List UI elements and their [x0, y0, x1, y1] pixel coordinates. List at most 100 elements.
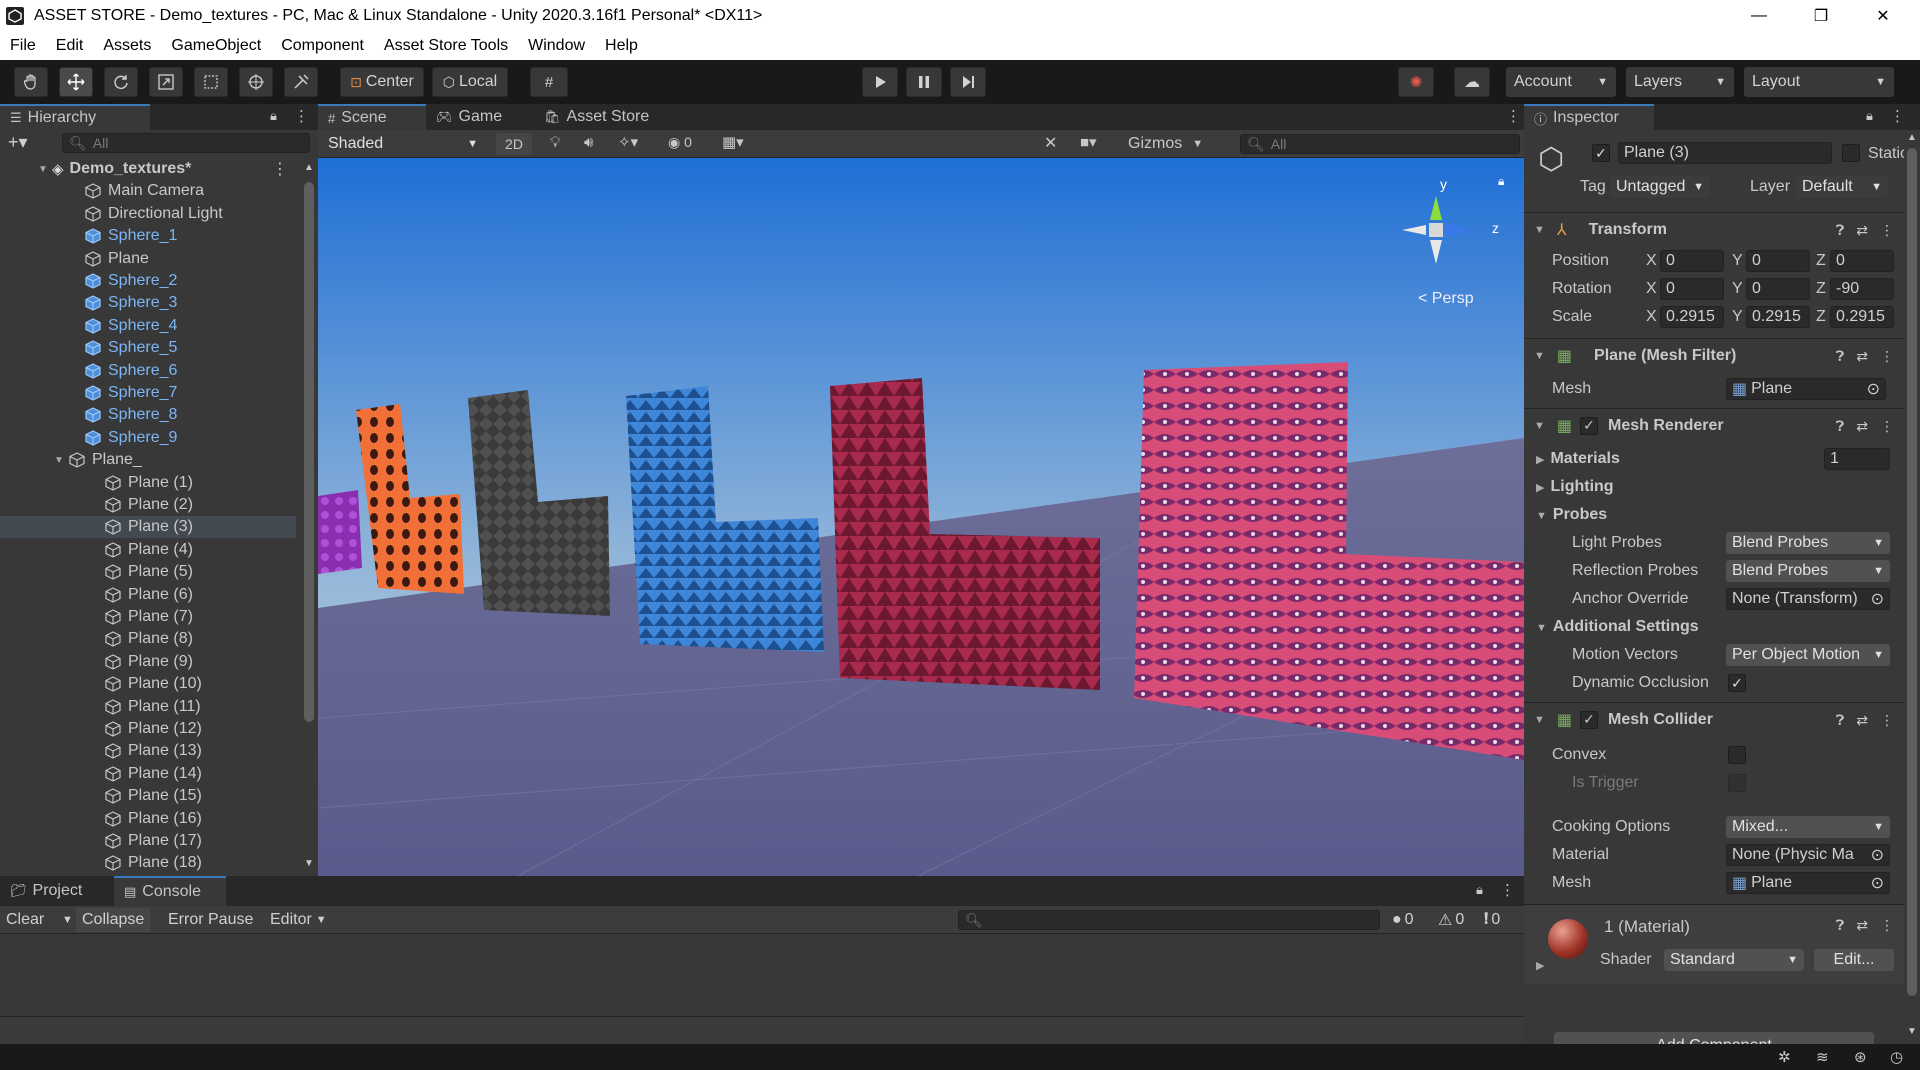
menu-assets[interactable]: Assets [93, 37, 161, 55]
object-picker-icon[interactable]: ⊙ [1871, 845, 1884, 865]
anchor-override-field[interactable]: None (Transform) ⊙ [1726, 588, 1890, 610]
shader-dropdown[interactable]: Standard ▼ [1664, 949, 1804, 971]
scroll-down-icon[interactable]: ▼ [304, 858, 314, 869]
effects-icon[interactable]: ✧▾ [618, 133, 638, 151]
object-picker-icon[interactable]: ⊙ [1871, 873, 1884, 893]
console-search-input[interactable]: 🔍︎ [958, 910, 1380, 930]
more-menu-icon[interactable]: ⋮ [1506, 107, 1521, 125]
foldout-arrow-icon[interactable]: ▼ [36, 164, 50, 175]
scroll-down-icon[interactable]: ▼ [1907, 1026, 1917, 1037]
static-label[interactable]: Static [1868, 145, 1908, 163]
audio-icon[interactable]: 🔊︎ [584, 134, 593, 151]
hierarchy-child-item[interactable]: Plane (13) [0, 740, 296, 762]
mesh-collider-enabled-checkbox[interactable]: ✓ [1580, 710, 1599, 729]
rotation-y-field[interactable]: 0 [1746, 278, 1810, 300]
transform-header[interactable]: ▼ ⅄ Transform ❓︎ ⇄ ⋮ [1524, 212, 1904, 246]
hierarchy-child-item[interactable]: Plane (9) [0, 651, 296, 673]
materials-foldout[interactable]: ▶ Materials [1536, 450, 1620, 468]
inspector-scrollbar[interactable]: ▲ ▼ [1904, 130, 1920, 1044]
scale-y-field[interactable]: 0.2915 [1746, 306, 1810, 328]
warning-filter-toggle[interactable]: ⚠ 0 [1432, 908, 1470, 932]
error-pause-toggle[interactable]: Error Pause [162, 908, 259, 932]
more-menu-icon[interactable]: ⋮ [294, 107, 309, 125]
tab-project[interactable]: 📁︎ Project [0, 876, 112, 906]
minimize-button[interactable]: — [1728, 0, 1790, 32]
shader-edit-button[interactable]: Edit... [1814, 949, 1894, 971]
help-icon[interactable]: ❓︎ [1836, 712, 1844, 729]
foldout-arrow-icon[interactable]: ▼ [52, 455, 66, 466]
materials-size-field[interactable]: 1 [1824, 448, 1890, 470]
draw-mode-dropdown[interactable]: Shaded ▼ [322, 133, 484, 155]
scroll-up-icon[interactable]: ▲ [1907, 132, 1917, 143]
tab-game[interactable]: 🎮︎ Game [426, 104, 526, 130]
hierarchy-item-parent[interactable]: ▼ Plane_ [0, 449, 296, 471]
collider-mesh-field[interactable]: ▦ Plane ⊙ [1726, 872, 1890, 894]
network-icon[interactable]: ⊛ [1854, 1048, 1867, 1066]
scrollbar-thumb[interactable] [304, 182, 314, 722]
motion-vectors-dropdown[interactable]: Per Object Motion ▼ [1726, 644, 1890, 666]
hierarchy-child-item[interactable]: Plane (1) [0, 472, 296, 494]
more-menu-icon[interactable]: ⋮ [1890, 107, 1905, 125]
gizmos-dropdown[interactable]: Gizmos ▼ [1128, 133, 1216, 155]
collapse-toggle[interactable]: Collapse [76, 908, 151, 932]
more-menu-icon[interactable]: ⋮ [1500, 881, 1515, 899]
position-x-field[interactable]: 0 [1660, 250, 1724, 272]
add-component-button[interactable]: Add Component [1554, 1032, 1874, 1044]
more-menu-icon[interactable]: ⋮ [1880, 917, 1894, 934]
light-probes-dropdown[interactable]: Blend Probes ▼ [1726, 532, 1890, 554]
hierarchy-child-item[interactable]: Plane (17) [0, 830, 296, 852]
tab-inspector[interactable]: ⓘ Inspector [1524, 104, 1654, 130]
scale-z-field[interactable]: 0.2915 [1830, 306, 1894, 328]
2d-toggle[interactable]: 2D [496, 133, 532, 155]
preset-icon[interactable]: ⇄ [1856, 222, 1868, 239]
hierarchy-child-item[interactable]: Plane (16) [0, 808, 296, 830]
hierarchy-item[interactable]: Main Camera [0, 180, 296, 202]
more-menu-icon[interactable]: ⋮ [1880, 348, 1894, 365]
layer-dropdown[interactable]: Default ▼ [1796, 176, 1888, 198]
maximize-button[interactable]: ❐ [1790, 0, 1852, 32]
hierarchy-item[interactable]: Sphere_1 [0, 225, 296, 247]
hierarchy-item[interactable]: Directional Light [0, 203, 296, 225]
hierarchy-child-item[interactable]: Plane (18) [0, 852, 296, 874]
hierarchy-item[interactable]: Sphere_5 [0, 337, 296, 359]
cooking-options-dropdown[interactable]: Mixed... ▼ [1726, 816, 1890, 838]
add-object-button[interactable]: +▾ [8, 132, 28, 153]
mesh-filter-header[interactable]: ▼ ▦ Plane (Mesh Filter) ❓︎ ⇄ ⋮ [1524, 338, 1904, 372]
hierarchy-item[interactable]: Sphere_3 [0, 292, 296, 314]
hierarchy-item[interactable]: Sphere_6 [0, 360, 296, 382]
tab-console[interactable]: ▤ Console [114, 876, 226, 906]
lighting-bulb-icon[interactable]: 💡︎ [550, 134, 561, 151]
rotation-x-field[interactable]: 0 [1660, 278, 1724, 300]
position-z-field[interactable]: 0 [1830, 250, 1894, 272]
hierarchy-child-item[interactable]: Plane (12) [0, 718, 296, 740]
help-icon[interactable]: ❓︎ [1836, 348, 1844, 365]
rotation-z-field[interactable]: -90 [1830, 278, 1894, 300]
help-icon[interactable]: ❓︎ [1836, 222, 1844, 239]
hand-tool-button[interactable] [14, 67, 48, 97]
menu-asset-store-tools[interactable]: Asset Store Tools [374, 37, 518, 55]
menu-component[interactable]: Component [271, 37, 374, 55]
menu-help[interactable]: Help [595, 37, 648, 55]
hierarchy-child-item[interactable]: Plane (3) [0, 516, 296, 539]
hidden-objects-toggle[interactable]: ◉ 0 [668, 134, 692, 151]
hierarchy-item[interactable]: Sphere_2 [0, 270, 296, 292]
transform-tool-button[interactable] [239, 67, 273, 97]
layout-dropdown[interactable]: Layout ▼ [1744, 67, 1894, 97]
grid-snap-button[interactable]: # [530, 67, 568, 97]
persp-label[interactable]: < Persp [1418, 290, 1474, 308]
mesh-object-field[interactable]: ▦ Plane ⊙ [1726, 378, 1886, 400]
more-menu-icon[interactable]: ⋮ [1880, 712, 1894, 729]
layers-dropdown[interactable]: Layers ▼ [1626, 67, 1734, 97]
object-picker-icon[interactable]: ⊙ [1867, 379, 1880, 399]
custom-tool-button[interactable] [284, 67, 318, 97]
mesh-renderer-enabled-checkbox[interactable]: ✓ [1580, 416, 1599, 435]
object-picker-icon[interactable]: ⊙ [1871, 589, 1884, 609]
preset-icon[interactable]: ⇄ [1856, 348, 1868, 365]
tag-dropdown[interactable]: Untagged ▼ [1610, 176, 1710, 198]
hierarchy-child-item[interactable]: Plane (15) [0, 785, 296, 807]
hierarchy-child-item[interactable]: Plane (4) [0, 539, 296, 561]
step-button[interactable] [950, 67, 986, 97]
hierarchy-child-item[interactable]: Plane (7) [0, 606, 296, 628]
grid-icon[interactable]: ▦▾ [722, 133, 744, 151]
hierarchy-child-item[interactable]: Plane (8) [0, 628, 296, 650]
